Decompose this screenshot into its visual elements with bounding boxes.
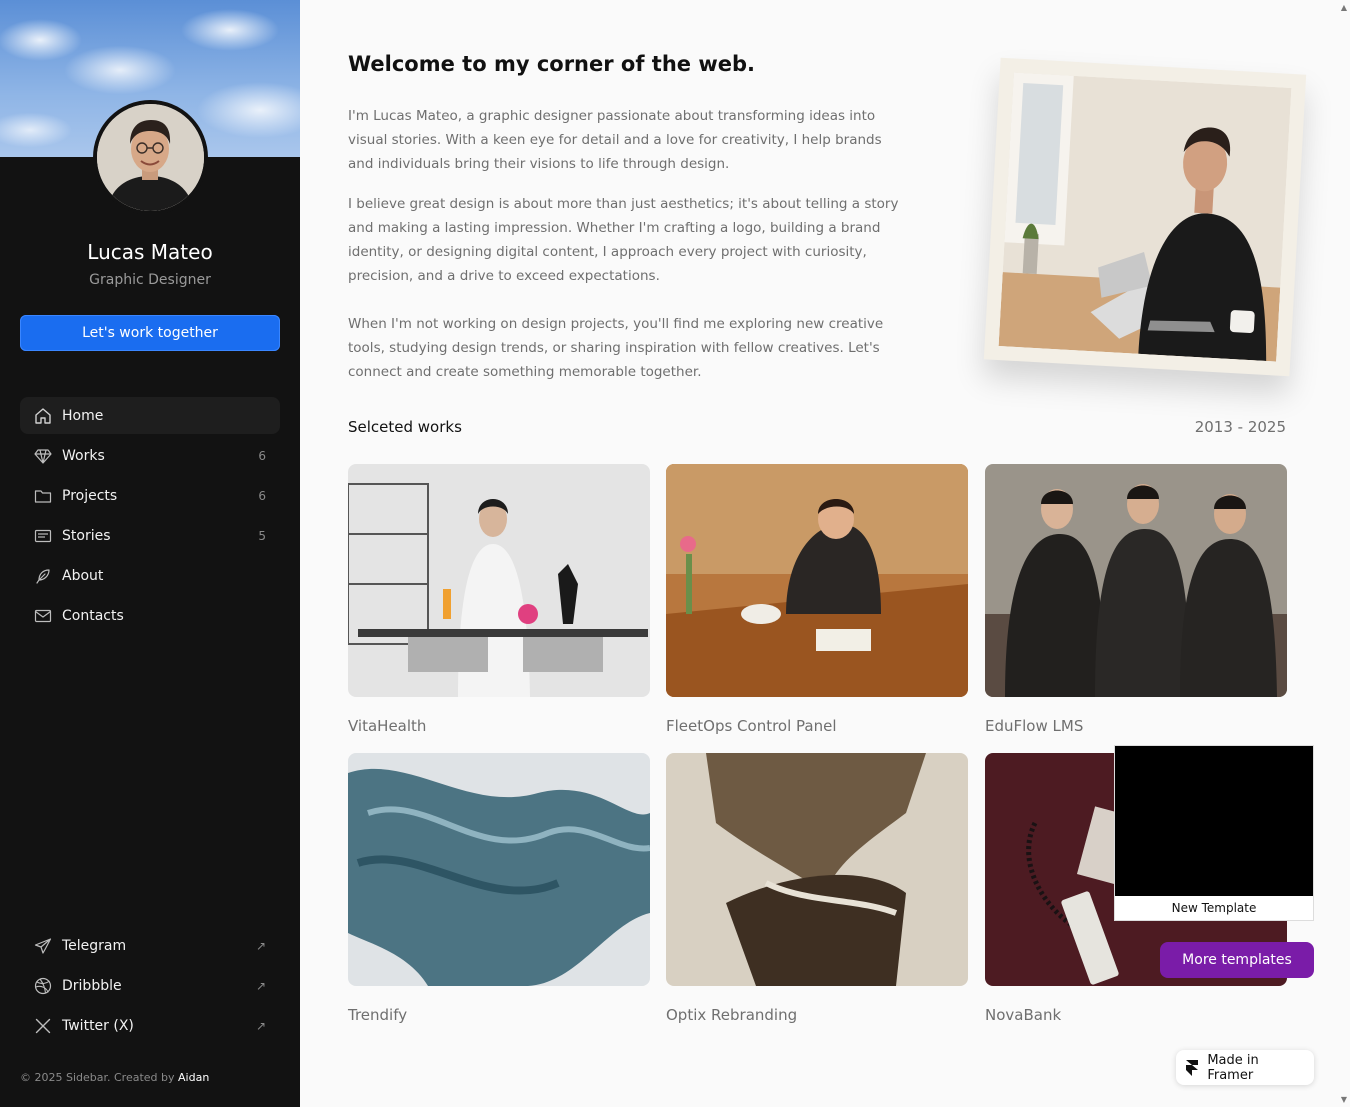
mail-icon <box>34 607 52 625</box>
intro-paragraph-1: I'm Lucas Mateo, a graphic designer pass… <box>348 108 882 172</box>
profile-role: Graphic Designer <box>89 272 211 288</box>
social-link-telegram[interactable]: Telegram ↗ <box>20 927 280 964</box>
template-preview-image <box>1115 746 1313 896</box>
sidebar-item-stories[interactable]: Stories 5 <box>20 517 280 554</box>
home-icon <box>34 407 52 425</box>
sidebar: Lucas Mateo Graphic Designer Let's work … <box>0 0 300 1107</box>
social-link-label: Twitter (X) <box>62 1017 134 1034</box>
sidebar-item-home[interactable]: Home <box>20 397 280 434</box>
diamond-icon <box>34 447 52 465</box>
social-link-dribbble[interactable]: Dribbble ↗ <box>20 967 280 1004</box>
sidebar-item-label: Stories <box>62 527 111 544</box>
social-link-label: Telegram <box>62 937 127 954</box>
footer-author-link[interactable]: Aidan <box>178 1071 209 1084</box>
social-link-label: Dribbble <box>62 977 122 994</box>
work-thumbnail <box>666 464 968 697</box>
telegram-icon <box>34 937 52 955</box>
sidebar-item-count: 5 <box>258 528 266 543</box>
framer-badge-label: Made in Framer <box>1207 1052 1259 1083</box>
works-year-range: 2013 - 2025 <box>1194 418 1286 436</box>
social-link-twitter[interactable]: Twitter (X) ↗ <box>20 1007 280 1044</box>
sidebar-nav: Home Works 6 Projects 6 Stories 5 About … <box>20 397 280 637</box>
newspaper-icon <box>34 527 52 545</box>
work-thumbnail <box>666 753 968 986</box>
dribbble-icon <box>34 977 52 995</box>
work-card-optix[interactable]: Optix Rebranding <box>666 753 968 1024</box>
folder-icon <box>34 487 52 505</box>
sidebar-item-count: 6 <box>258 488 266 503</box>
work-card-eduflow[interactable]: EduFlow LMS <box>985 464 1287 735</box>
work-title: EduFlow LMS <box>985 717 1084 735</box>
work-title: FleetOps Control Panel <box>666 717 837 735</box>
arrow-up-right-icon: ↗ <box>255 938 266 953</box>
profile-name: Lucas Mateo <box>87 240 213 264</box>
work-thumbnail <box>348 753 650 986</box>
sidebar-item-contacts[interactable]: Contacts <box>20 597 280 634</box>
sidebar-item-projects[interactable]: Projects 6 <box>20 477 280 514</box>
portrait-photo <box>983 57 1307 377</box>
works-section-title: Selceted works <box>348 418 462 436</box>
footer-text: © 2025 Sidebar. Created by <box>20 1071 179 1084</box>
main-content: Welcome to my corner of the web. I'm Luc… <box>300 0 1350 1107</box>
work-card-trendify[interactable]: Trendify <box>348 753 650 1024</box>
sidebar-item-works[interactable]: Works 6 <box>20 437 280 474</box>
more-templates-button[interactable]: More templates <box>1160 942 1314 978</box>
template-caption: New Template <box>1171 901 1257 915</box>
work-title: Trendify <box>348 1006 408 1024</box>
sidebar-item-label: Projects <box>62 487 118 504</box>
social-links: Telegram ↗ Dribbble ↗ Twitter (X) ↗ <box>20 927 280 1047</box>
sidebar-item-label: Contacts <box>62 607 124 624</box>
scroll-down-icon[interactable]: ▼ <box>1341 1095 1347 1104</box>
work-card-vitahealth[interactable]: VitaHealth <box>348 464 650 735</box>
arrow-up-right-icon: ↗ <box>255 978 266 993</box>
lets-work-together-button[interactable]: Let's work together <box>20 315 280 351</box>
sidebar-item-label: Works <box>62 447 105 464</box>
x-icon <box>34 1017 52 1035</box>
sidebar-item-label: About <box>62 567 104 584</box>
work-title: NovaBank <box>985 1006 1062 1024</box>
sidebar-item-label: Home <box>62 407 104 424</box>
sidebar-item-about[interactable]: About <box>20 557 280 594</box>
scroll-up-icon[interactable]: ▲ <box>1341 3 1347 12</box>
arrow-up-right-icon: ↗ <box>255 1018 266 1033</box>
new-template-preview[interactable]: New Template <box>1114 745 1314 921</box>
intro-paragraph-3: When I'm not working on design projects,… <box>348 316 884 380</box>
page-title: Welcome to my corner of the web. <box>348 52 755 76</box>
scrollbar[interactable]: ▲ ▼ <box>1336 0 1350 1107</box>
work-card-fleetops[interactable]: FleetOps Control Panel <box>666 464 968 735</box>
work-thumbnail <box>348 464 650 697</box>
sidebar-footer: © 2025 Sidebar. Created by Aidan <box>20 1071 209 1084</box>
feather-icon <box>34 567 52 585</box>
work-title: Optix Rebranding <box>666 1006 798 1024</box>
framer-logo-icon <box>1186 1059 1199 1076</box>
avatar <box>93 100 208 215</box>
work-thumbnail <box>985 464 1287 697</box>
intro-paragraph-2: I believe great design is about more tha… <box>348 196 899 284</box>
work-title: VitaHealth <box>348 717 427 735</box>
made-in-framer-badge[interactable]: Made in Framer <box>1176 1050 1314 1085</box>
sidebar-item-count: 6 <box>258 448 266 463</box>
